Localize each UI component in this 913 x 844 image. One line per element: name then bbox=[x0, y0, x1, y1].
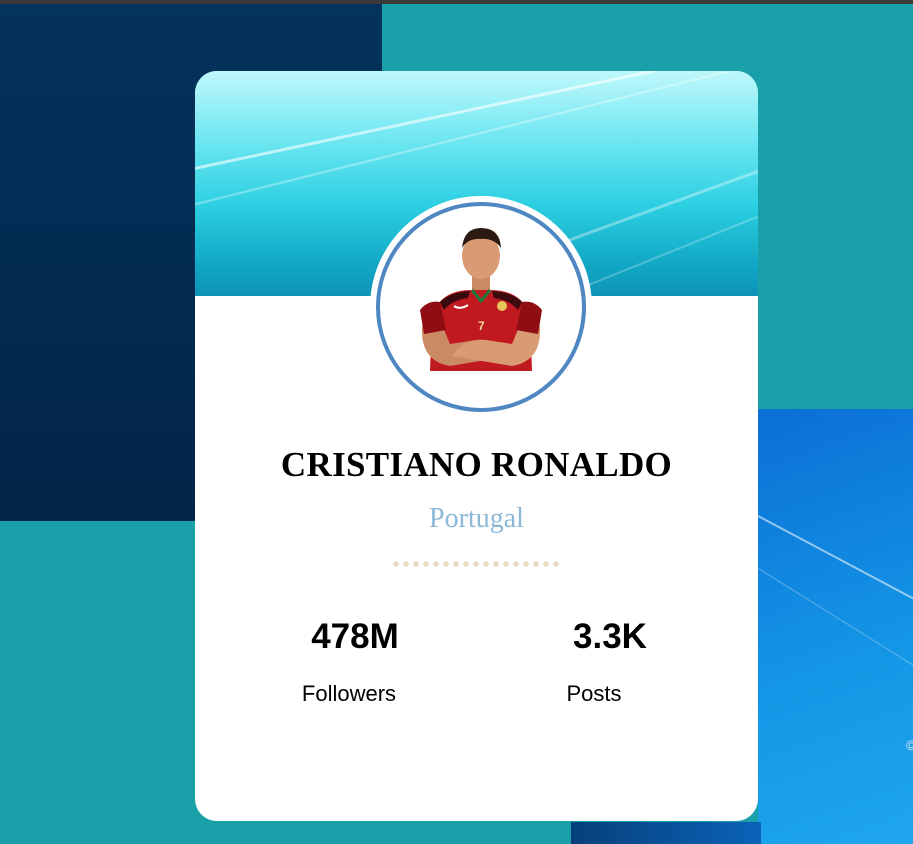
posts-count: 3.3K bbox=[573, 617, 647, 656]
avatar-frame: 7 bbox=[370, 196, 592, 418]
followers-count: 478M bbox=[311, 617, 399, 656]
profile-country: Portugal bbox=[429, 503, 524, 534]
profile-card: 7 CRISTIANO RONALDO Portugal 478M Follow… bbox=[195, 71, 758, 821]
background-streak bbox=[758, 499, 913, 623]
background-fragment-text: © bbox=[906, 737, 913, 753]
followers-label: Followers bbox=[301, 681, 397, 706]
svg-text:7: 7 bbox=[478, 319, 485, 333]
player-photo: 7 bbox=[420, 228, 542, 371]
posts-label: Posts bbox=[566, 681, 622, 706]
background-panel-bottom bbox=[571, 822, 761, 844]
dotted-divider bbox=[391, 561, 561, 567]
profile-name: CRISTIANO RONALDO bbox=[280, 445, 673, 484]
avatar: 7 bbox=[376, 202, 586, 412]
background-streak bbox=[758, 549, 913, 688]
background-panel-right bbox=[758, 409, 913, 844]
